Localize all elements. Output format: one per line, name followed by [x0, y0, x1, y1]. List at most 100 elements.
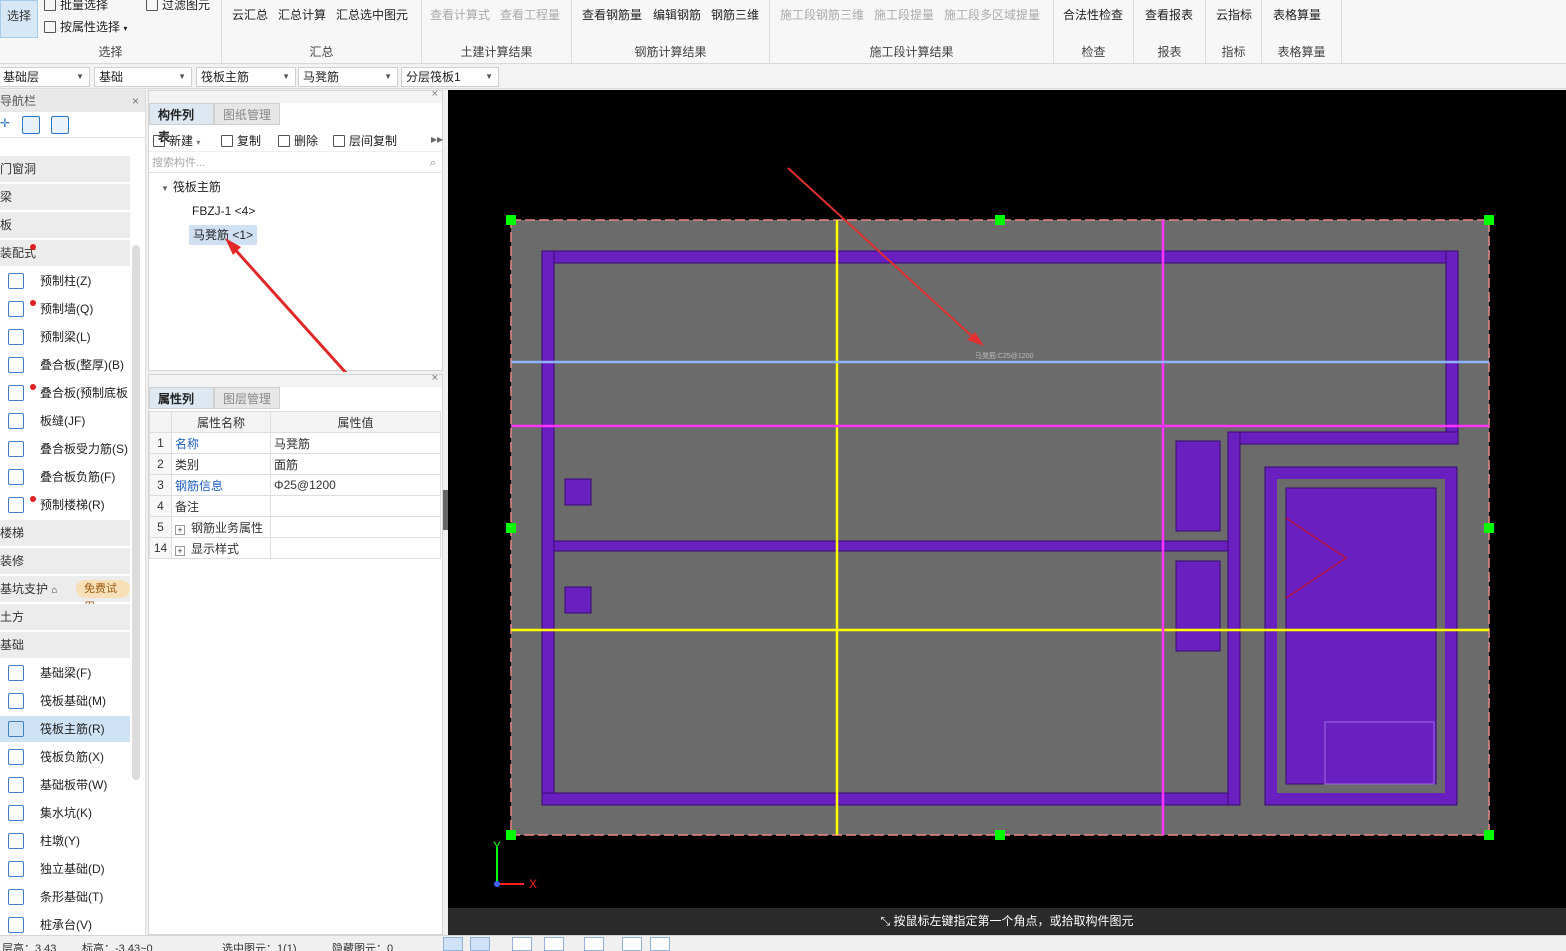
cloud-summary-button[interactable]: 云汇总 [232, 6, 268, 23]
more-icon[interactable]: ▸▸ [431, 132, 443, 146]
phase-extract-button[interactable]: 施工段提量 [874, 6, 934, 23]
tree-root[interactable]: ▼ 筏板主筋 [161, 177, 221, 197]
view-formula-button[interactable]: 查看计算式 [430, 6, 490, 23]
tab-component-list[interactable]: 构件列表 [149, 103, 214, 144]
row-value[interactable] [270, 537, 441, 559]
delete-button[interactable]: 删除 [278, 132, 318, 149]
nav-item-prefab-stairs[interactable]: 预制楼梯(R) [0, 492, 130, 518]
row-value[interactable]: Φ25@1200 [270, 474, 441, 496]
grip-bottom-mid[interactable] [995, 830, 1005, 840]
nav-category-slab[interactable]: 板 [0, 212, 130, 238]
trial-badge[interactable]: 免费试用 [76, 580, 130, 613]
snap-toggle-icon[interactable] [470, 937, 490, 951]
tab-drawing-management[interactable]: 图纸管理 [214, 103, 280, 125]
nav-item-prefab-beam[interactable]: 预制梁(L) [0, 324, 130, 350]
grip-mid-left[interactable] [506, 523, 516, 533]
nav-item-foundation-beam[interactable]: 基础梁(F) [0, 660, 130, 686]
nav-item-composite-slab-full[interactable]: 叠合板(整厚)(B) [0, 352, 130, 378]
dimension-icon[interactable] [650, 937, 670, 951]
row-value[interactable] [270, 516, 441, 538]
save-view-icon[interactable] [622, 937, 642, 951]
nav-item-strip-foundation[interactable]: 条形基础(T) [0, 884, 130, 910]
floor-copy-button[interactable]: 层间复制 [333, 132, 397, 149]
nav-item-composite-slab-base[interactable]: 叠合板(预制底板 [0, 380, 130, 406]
new-button[interactable]: 新建 ▾ [153, 132, 200, 149]
close-icon[interactable]: × [432, 372, 438, 384]
category-dropdown[interactable]: 基础 ▼ [94, 67, 192, 87]
nav-item-raft-neg-rebar[interactable]: 筏板负筋(X) [0, 744, 130, 770]
column-pier-2[interactable] [564, 586, 592, 614]
by-attr-select-button[interactable]: 按属性选择 ▾ [44, 18, 127, 35]
nav-category-decor[interactable]: 装修 [0, 548, 130, 574]
row-name[interactable]: + 显示样式 [171, 537, 271, 559]
view-report-button[interactable]: 查看报表 [1145, 6, 1193, 23]
beam-right-upper[interactable] [1445, 250, 1459, 443]
rebar-3d-button[interactable]: 钢筋三维 [711, 6, 759, 23]
beam-inner-vertical[interactable] [1227, 431, 1241, 806]
tab-layer-management[interactable]: 图层管理 [214, 387, 280, 409]
ortho-toggle-icon[interactable] [443, 937, 463, 951]
nav-item-column-pier[interactable]: 柱墩(Y) [0, 828, 130, 854]
row-value[interactable] [270, 495, 441, 517]
nav-category-foundation[interactable]: 基础 [0, 632, 130, 658]
component-search-input[interactable]: 搜索构件... ⌕ [149, 153, 442, 173]
nav-category-beam[interactable]: 梁 [0, 184, 130, 210]
edit-rebar-button[interactable]: 编辑钢筋 [653, 6, 701, 23]
beam-middle[interactable] [553, 540, 1229, 552]
phase-multi-extract-button[interactable]: 施工段多区域提量 [944, 6, 1040, 23]
nav-item-prefab-column[interactable]: 预制柱(Z) [0, 268, 130, 294]
filter-elements-button[interactable]: 过滤图元 [146, 0, 210, 13]
table-row[interactable]: 1 名称 马凳筋 [149, 432, 441, 454]
close-icon[interactable]: × [132, 90, 139, 112]
summary-calc-button[interactable]: 汇总计算 [278, 6, 326, 23]
layer-dropdown[interactable]: 分层筏板1 ▼ [401, 67, 499, 87]
nav-item-raft-foundation[interactable]: 筏板基础(M) [0, 688, 130, 714]
list-view-icon[interactable] [22, 116, 40, 134]
phase-rebar-3d-button[interactable]: 施工段钢筋三维 [780, 6, 864, 23]
table-calc-button[interactable]: 表格算量 [1273, 6, 1321, 23]
nav-item-sump-pit[interactable]: 集水坑(K) [0, 800, 130, 826]
row-name[interactable]: + 钢筋业务属性 [171, 516, 271, 538]
plus-icon[interactable]: ✛ [0, 116, 10, 130]
expand-icon[interactable]: + [175, 524, 185, 535]
nav-item-foundation-strip[interactable]: 基础板带(W) [0, 772, 130, 798]
table-row[interactable]: 4 备注 [149, 495, 441, 517]
nav-category-door-window[interactable]: 门窗洞 [0, 156, 130, 182]
grip-mid-right[interactable] [1484, 523, 1494, 533]
nav-item-isolated-foundation[interactable]: 独立基础(D) [0, 856, 130, 882]
view-rebar-button[interactable]: 查看钢筋量 [582, 6, 642, 23]
plus-snap-icon[interactable] [584, 937, 604, 951]
cross-snap-icon[interactable] [512, 937, 532, 951]
column-lower[interactable] [1175, 560, 1221, 652]
batch-select-button[interactable]: 批量选择 [44, 0, 108, 13]
component-type-dropdown[interactable]: 筏板主筋 ▼ [196, 67, 296, 87]
angle-snap-icon[interactable] [544, 937, 564, 951]
table-row[interactable]: 2 类别 面筋 [149, 453, 441, 475]
nav-item-prefab-wall[interactable]: 预制墙(Q) [0, 296, 130, 322]
grip-top-right[interactable] [1484, 215, 1494, 225]
nav-item-slab-joint[interactable]: 板缝(JF) [0, 408, 130, 434]
row-value[interactable]: 马凳筋 [270, 432, 441, 454]
summary-selected-button[interactable]: 汇总选中图元 [336, 6, 408, 23]
floor-dropdown[interactable]: 基础层 ▼ [0, 67, 90, 87]
view-quantity-button[interactable]: 查看工程量 [500, 6, 560, 23]
column-pier-1[interactable] [564, 478, 592, 506]
drawing-canvas[interactable]: 马凳筋:C25@1200 Y X [448, 90, 1566, 908]
grip-bottom-left[interactable] [506, 830, 516, 840]
table-row[interactable]: 3 钢筋信息 Φ25@1200 [149, 474, 441, 496]
grip-bottom-right[interactable] [1484, 830, 1494, 840]
grip-top-left[interactable] [506, 215, 516, 225]
copy-button[interactable]: 复制 [221, 132, 261, 149]
component-dropdown[interactable]: 马凳筋 ▼ [298, 67, 398, 87]
nav-category-pit-support[interactable]: 基坑支护 ⌂ 免费试用 [0, 576, 130, 613]
table-row[interactable]: 14 + 显示样式 [149, 537, 441, 559]
tab-property-list[interactable]: 属性列表 [149, 387, 214, 428]
select-button[interactable]: 选择 [0, 0, 38, 38]
tree-item-mabao-rebar[interactable]: 马凳筋 <1> [189, 225, 258, 245]
expand-icon[interactable]: + [175, 545, 185, 556]
nav-scrollbar[interactable] [132, 245, 140, 780]
row-value[interactable]: 面筋 [270, 453, 441, 475]
column-upper[interactable] [1175, 440, 1221, 532]
nav-category-stairs[interactable]: 楼梯 [0, 520, 130, 546]
beam-top[interactable] [541, 250, 1459, 264]
